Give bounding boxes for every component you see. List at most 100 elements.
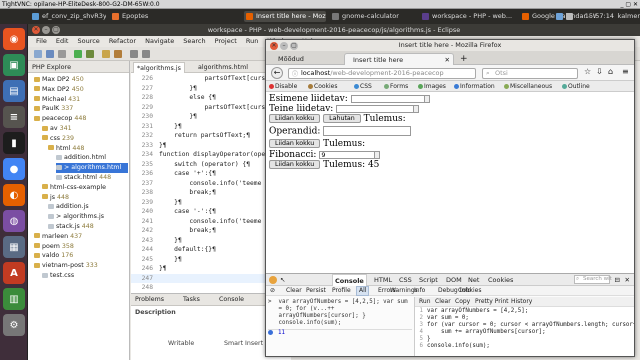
save-icon[interactable] (46, 50, 54, 58)
tab-problems[interactable]: Problems (135, 294, 164, 306)
home-icon[interactable]: ⌂ (608, 67, 613, 76)
command-editor[interactable]: Run Clear Copy Pretty Print History 1 var arr… (414, 297, 634, 356)
clock[interactable]: 15:57:14 (585, 11, 614, 22)
subtract-button[interactable]: Lahutan (323, 114, 361, 123)
search-input[interactable]: ⌕ Otsi (482, 68, 578, 79)
downloads-icon[interactable]: ⇩ (596, 67, 603, 76)
tree-item[interactable]: peacecop 448 (34, 114, 128, 124)
devtoolbar-disable[interactable]: Disable (269, 81, 297, 91)
tree-item[interactable]: PaulK 337 (34, 104, 128, 114)
new-tab-icon[interactable]: + (460, 53, 468, 65)
console-filter-profile[interactable]: Profile (332, 286, 351, 296)
tree-item[interactable]: poem 358 (34, 242, 128, 252)
menu-run[interactable]: Run (246, 37, 258, 45)
tab-console[interactable]: Console (332, 274, 367, 286)
menu-project[interactable]: Project (215, 37, 237, 45)
fibonacci-input[interactable]: 9 (319, 150, 376, 159)
tree-item[interactable]: > algorithms.html (56, 163, 128, 173)
user-menu[interactable]: kalmer (618, 11, 640, 22)
open-type-icon[interactable] (102, 50, 110, 58)
chromium-icon[interactable]: ● (3, 158, 25, 180)
close-icon[interactable]: ✕ (32, 26, 40, 34)
command-copy-button[interactable]: Copy (455, 297, 470, 307)
code-editor[interactable]: *algorithms.js algorithms.html 226 parts… (131, 61, 266, 293)
command-run-button[interactable]: Run (419, 297, 431, 307)
tree-item[interactable]: av 341 (42, 124, 128, 134)
forward-icon[interactable] (142, 50, 150, 58)
command-pretty-print-button[interactable]: Pretty Print (475, 297, 509, 307)
settings-icon[interactable]: ⚙ (3, 314, 25, 336)
command-history-button[interactable]: History (511, 297, 532, 307)
tab-algorithms-html[interactable]: algorithms.html (195, 62, 251, 73)
close-icon[interactable]: ✕ (270, 42, 278, 50)
tree-item[interactable]: valdo 176 (34, 251, 128, 261)
network-icon[interactable] (556, 13, 563, 20)
inspect-icon[interactable]: ↖ (280, 274, 285, 286)
tab-moodud[interactable]: Mõõdud (270, 53, 342, 65)
minimize-icon[interactable]: – (280, 42, 288, 50)
tree-item[interactable]: addition.html (56, 153, 128, 163)
menu-navigate[interactable]: Navigate (145, 37, 174, 45)
taskbar-item[interactable]: gnome-calculator (330, 11, 416, 22)
tab-dom[interactable]: DOM (446, 274, 462, 286)
command-clear-button[interactable]: Clear (435, 297, 451, 307)
software-center-icon[interactable]: A (3, 262, 25, 284)
devtoolbar-outline[interactable]: Outline (562, 81, 590, 91)
print-icon[interactable] (58, 50, 66, 58)
taskbar-item[interactable]: workspace - PHP - web... (420, 11, 512, 22)
firefox-icon[interactable]: ◐ (3, 184, 25, 206)
console-filter-clear[interactable]: Clear (286, 286, 302, 296)
minimize-icon[interactable]: – (42, 26, 50, 34)
maximize-icon[interactable]: ▢ (290, 42, 298, 50)
console-filter-persist[interactable]: Persist (306, 286, 326, 296)
maximize-icon[interactable]: ▢ (52, 26, 60, 34)
add-button[interactable]: Liidan kokku (269, 114, 321, 123)
first-addend-spinner[interactable] (423, 94, 430, 103)
tab-cookies[interactable]: Cookies (488, 274, 513, 286)
tree-item[interactable]: css 239 (42, 134, 128, 144)
menu-icon[interactable]: ≡ (622, 67, 629, 76)
tab-tasks[interactable]: Tasks (183, 294, 200, 306)
fibonacci-spinner[interactable] (374, 150, 381, 159)
second-addend-spinner[interactable] (413, 104, 420, 113)
tree-item[interactable]: stack.html 448 (56, 173, 128, 183)
tree-item[interactable]: marleen 437 (34, 232, 128, 242)
libreoffice-calc-icon[interactable]: ▥ (3, 288, 25, 310)
tree-item[interactable]: Max DP2 450 (34, 85, 128, 95)
second-addend-input[interactable] (336, 104, 415, 113)
eclipse-icon[interactable]: ◍ (3, 210, 25, 232)
add-operands-button[interactable]: Liidan kokku (269, 139, 321, 148)
tab-algorithms-js[interactable]: *algorithms.js (133, 62, 185, 73)
taskbar-item[interactable]: Insert title here - Mozill... (244, 11, 326, 22)
clear-console-icon[interactable]: ⊘ (270, 286, 275, 296)
tab-console[interactable]: Console (219, 294, 244, 306)
taskbar-item[interactable]: ef_conv_zip_shvR3yezc... (30, 11, 106, 22)
firebug-icon[interactable] (269, 276, 277, 284)
menu-refactor[interactable]: Refactor (109, 37, 136, 45)
url-bar[interactable]: ⓘ localhost/web-development-2016-peaceco… (288, 68, 476, 79)
terminal-icon[interactable]: ▮ (3, 132, 25, 154)
tab-html[interactable]: HTML (374, 274, 392, 286)
console-filter-info[interactable]: Info (414, 286, 425, 296)
firebug-search-input[interactable]: ⌕ Search wit (574, 275, 612, 284)
vnc-viewer-icon[interactable]: ▦ (3, 236, 25, 258)
debug-icon[interactable] (86, 50, 94, 58)
tree-item[interactable]: stack.js 448 (48, 222, 128, 232)
tree-item[interactable]: js 448 (42, 193, 128, 203)
volume-icon[interactable] (566, 13, 573, 20)
search-icon[interactable] (114, 50, 122, 58)
vnc-window-controls[interactable]: _ ▢ ✕ (620, 0, 638, 8)
devtoolbar-images[interactable]: Images (418, 81, 446, 91)
back-icon[interactable]: ← (271, 67, 283, 79)
ubuntu-dash-icon[interactable]: ◉ (3, 28, 25, 50)
info-icon[interactable]: ⓘ (292, 70, 298, 78)
close-panel-icon[interactable]: ✕ (625, 274, 630, 286)
taskbar-item[interactable]: Epoptes (110, 11, 170, 22)
operands-input[interactable] (323, 126, 412, 136)
tree-item[interactable]: test.css (42, 271, 128, 281)
tab-insert-title[interactable]: Insert title here ✕ (344, 53, 454, 65)
new-icon[interactable] (34, 50, 42, 58)
devtoolbar-miscellaneous[interactable]: Miscellaneous (504, 81, 552, 91)
tree-item[interactable]: > algorithms.js (48, 212, 128, 222)
tree-item[interactable]: vietnam-post 333 (34, 261, 128, 271)
